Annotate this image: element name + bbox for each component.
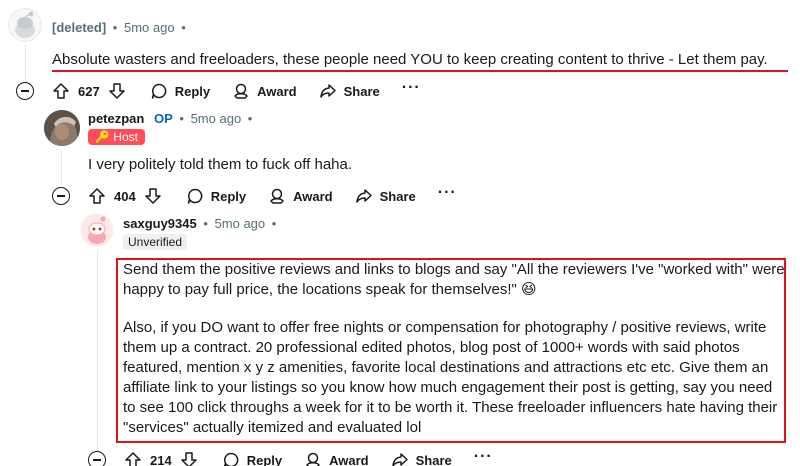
avatar[interactable] xyxy=(8,8,42,42)
thread-line xyxy=(25,44,26,82)
snoo-avatar-icon xyxy=(80,213,114,247)
downvote-icon[interactable] xyxy=(144,187,162,205)
award-label: Award xyxy=(257,83,297,99)
separator: • xyxy=(112,20,118,35)
share-button[interactable]: Share xyxy=(355,187,416,205)
comment-meta: petezpan OP • 5mo ago • xyxy=(88,111,255,126)
award-button[interactable]: Award xyxy=(268,187,333,205)
comment-body-paragraph: Also, if you DO want to offer free night… xyxy=(123,319,778,436)
award-icon xyxy=(234,83,248,99)
share-icon xyxy=(391,453,408,466)
comment-time: 5mo ago xyxy=(190,111,242,126)
highlight-underline xyxy=(52,70,788,72)
comment-actions: 214 Reply Award Share ··· xyxy=(88,447,493,466)
thread-line xyxy=(97,250,98,450)
award-icon xyxy=(306,452,320,466)
thread-line xyxy=(61,150,62,186)
share-icon xyxy=(355,189,372,203)
downvote-icon[interactable] xyxy=(108,82,126,100)
share-button[interactable]: Share xyxy=(391,451,452,466)
reply-icon xyxy=(151,83,167,99)
share-label: Share xyxy=(379,188,416,204)
share-icon xyxy=(319,84,336,98)
comment-actions: 627 Reply Award Share ··· xyxy=(16,78,421,104)
reply-label: Reply xyxy=(246,452,283,466)
reply-button[interactable]: Reply xyxy=(150,82,210,100)
comment-body: I very politely told them to fuck off ha… xyxy=(88,156,353,173)
downvote-icon[interactable] xyxy=(180,451,198,466)
vote-count: 404 xyxy=(114,188,136,204)
collapse-button[interactable] xyxy=(52,187,70,205)
comment-body-paragraph: Send them the positive reviews and links… xyxy=(123,261,785,298)
more-options-icon[interactable]: ··· xyxy=(402,79,421,97)
op-badge: OP xyxy=(153,111,173,126)
award-icon xyxy=(270,188,284,204)
share-button[interactable]: Share xyxy=(319,82,380,100)
vote-group: 214 xyxy=(124,451,198,466)
separator: • xyxy=(203,216,208,231)
comment-body: Absolute wasters and freeloaders, these … xyxy=(52,51,768,68)
vote-group: 627 xyxy=(52,82,126,100)
comment-meta: [deleted] • 5mo ago • xyxy=(52,20,189,35)
share-label: Share xyxy=(415,452,452,466)
comment-actions: 404 Reply Award Share ··· xyxy=(52,183,457,209)
reply-button[interactable]: Reply xyxy=(186,187,246,205)
avatar[interactable] xyxy=(80,213,114,247)
more-options-icon[interactable]: ··· xyxy=(474,448,493,466)
reply-label: Reply xyxy=(210,188,247,204)
user-flair: 🔑 Host xyxy=(88,129,145,145)
upvote-icon[interactable] xyxy=(88,187,106,205)
comment-time: 5mo ago xyxy=(123,20,175,35)
reply-icon xyxy=(223,452,239,466)
comment-author[interactable]: saxguy9345 xyxy=(123,216,197,231)
separator: • xyxy=(181,20,186,35)
comment-author[interactable]: petezpan xyxy=(88,111,144,126)
collapse-button[interactable] xyxy=(16,82,34,100)
upvote-icon[interactable] xyxy=(52,82,70,100)
award-button[interactable]: Award xyxy=(304,451,369,466)
separator: • xyxy=(271,216,277,231)
award-label: Award xyxy=(293,188,333,204)
separator: • xyxy=(247,111,253,126)
user-flair: Unverified xyxy=(123,234,188,250)
vote-count: 214 xyxy=(150,452,172,466)
snoo-avatar-icon xyxy=(8,8,42,42)
reply-button[interactable]: Reply xyxy=(222,451,282,466)
vote-group: 404 xyxy=(88,187,162,205)
comment-meta: saxguy9345 • 5mo ago • xyxy=(123,216,279,231)
share-label: Share xyxy=(343,83,380,99)
user-photo-icon xyxy=(44,110,80,146)
award-label: Award xyxy=(329,452,369,466)
avatar[interactable] xyxy=(44,110,80,146)
vote-count: 627 xyxy=(78,83,100,99)
separator: • xyxy=(179,111,184,126)
reply-label: Reply xyxy=(174,83,211,99)
more-options-icon[interactable]: ··· xyxy=(438,184,457,202)
comment-time: 5mo ago xyxy=(214,216,266,231)
upvote-icon[interactable] xyxy=(124,451,142,466)
reply-icon xyxy=(187,188,203,204)
comment-author: [deleted] xyxy=(52,20,107,35)
collapse-button[interactable] xyxy=(88,451,106,466)
award-button[interactable]: Award xyxy=(232,82,297,100)
